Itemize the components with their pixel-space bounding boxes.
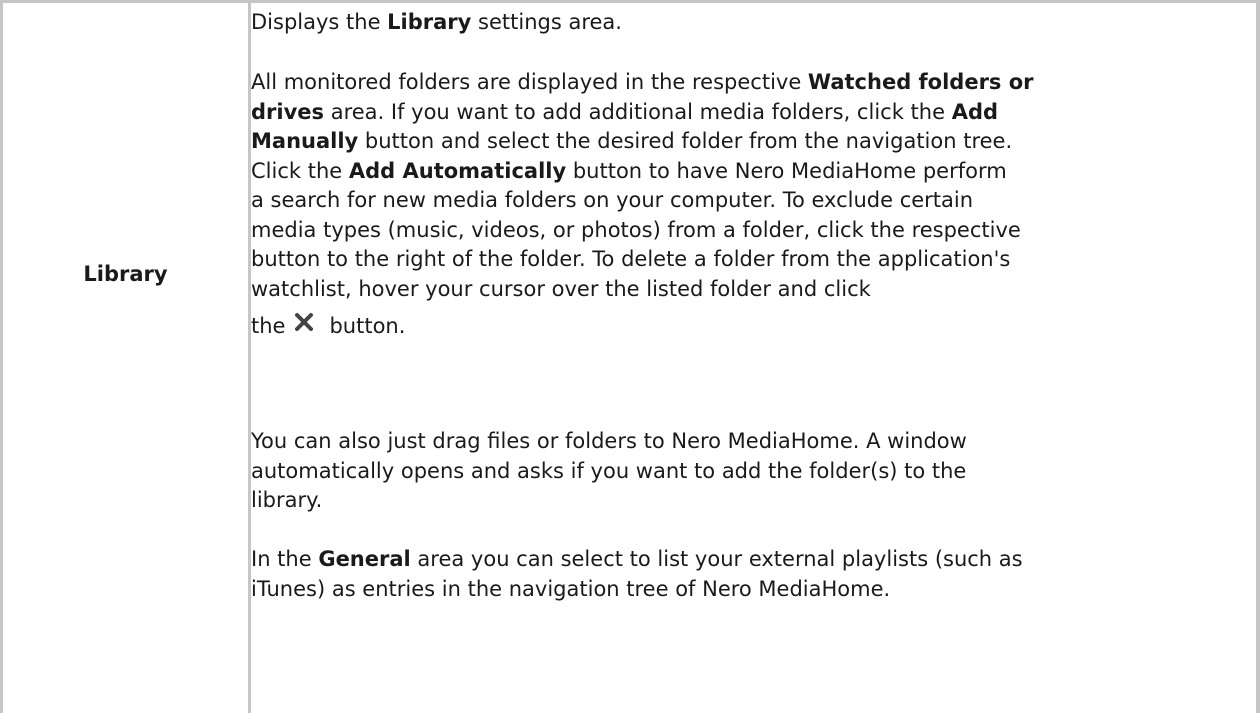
bold-term: Add	[951, 99, 999, 124]
bold-term: Manually	[251, 129, 359, 153]
bold-term: Library	[387, 10, 472, 34]
settings-table-row: Library Displays the Library settings ar…	[0, 0, 1260, 713]
text: button and select the desired folder fro…	[358, 129, 1013, 153]
bold-term: Watched folders or	[807, 70, 1034, 94]
paragraph-general-area: In the General area you can select to li…	[251, 545, 1254, 604]
text: media types (music, videos, or photos) f…	[251, 217, 1021, 242]
row-label: Library	[83, 262, 168, 286]
close-x-icon	[295, 313, 314, 331]
bold-term: General	[318, 547, 411, 571]
row-label-cell: Library	[3, 3, 248, 713]
text: button to the right of the folder. To de…	[251, 247, 1011, 271]
paragraph-library-intro: Displays the Library settings area.	[251, 8, 1254, 38]
text: automatically opens and asks if you want…	[251, 458, 967, 483]
paragraph-watched-folders: All monitored folders are displayed in t…	[251, 68, 1254, 342]
bold-term: drives	[251, 99, 325, 124]
text: the	[251, 314, 286, 338]
text: area. If you want to add additional medi…	[324, 99, 952, 124]
text: a search for new media folders on your c…	[251, 188, 974, 212]
bold-term: Add Automatically	[348, 158, 567, 183]
paragraph-drag-files: You can also just drag files or folders …	[251, 427, 1254, 516]
text: You can also just drag files or folders …	[251, 429, 967, 453]
text: button.	[329, 314, 406, 338]
text: All monitored folders are displayed in t…	[251, 70, 808, 94]
text: settings area.	[471, 10, 622, 34]
text: iTunes) as entries in the navigation tre…	[251, 576, 891, 601]
text: area you can select to list your externa…	[410, 547, 1023, 571]
text: Click the	[251, 158, 349, 183]
text: library.	[251, 488, 323, 512]
row-description-cell: Displays the Library settings area. All …	[251, 3, 1254, 713]
text: Displays the	[251, 10, 388, 34]
text: watchlist, hover your cursor over the li…	[251, 276, 871, 301]
table-border-right	[1256, 0, 1260, 713]
text: button to have Nero MediaHome perform	[566, 158, 1007, 183]
text: In the	[251, 547, 319, 571]
